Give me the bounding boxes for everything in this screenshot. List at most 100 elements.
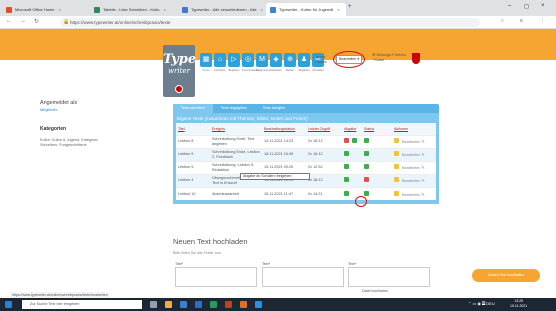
sidebar-link-members[interactable]: Mitglieder [40, 107, 165, 112]
minimize-icon[interactable]: – [508, 3, 511, 9]
col-edited[interactable]: Bearbeitungsdatum [262, 123, 306, 135]
edit-link[interactable]: Bearbeiten ✎ [402, 140, 425, 144]
row-submit[interactable] [342, 134, 362, 148]
check-icon[interactable] [344, 151, 349, 157]
col-access[interactable]: Letzter Zugriff [306, 123, 342, 135]
typewriter-logo[interactable]: Type writer [163, 45, 197, 97]
table-row[interactable]: Lektion 9 Schreibübung Ende, Lektion 2, … [176, 147, 436, 161]
play-icon[interactable]: ▷ [228, 53, 240, 67]
col-title[interactable]: Titel [176, 123, 210, 135]
check-icon[interactable] [344, 164, 349, 170]
tab-label: Typewriter - Alle verschiedenen - Alle [191, 7, 257, 12]
texts-table: Titel Ereignis Bearbeitungsdatum Letzter… [176, 123, 436, 200]
explorer-icon[interactable] [165, 301, 172, 308]
courses-icon[interactable]: ▦ [200, 53, 212, 67]
check-icon[interactable] [344, 177, 349, 183]
clock[interactable]: 13:25 19.11.2021 [510, 299, 527, 308]
mail-icon[interactable] [195, 301, 202, 308]
close-icon[interactable]: × [261, 7, 263, 12]
row-actions: Bearbeiten ✎ [392, 173, 436, 187]
row-submit[interactable] [342, 160, 362, 174]
close-icon[interactable]: × [337, 7, 339, 12]
portfolio-link[interactable]: ☰ Bildungs-Portfolio · Kurse [372, 53, 406, 62]
row-title[interactable]: Lektion 8 [176, 134, 210, 148]
close-window-icon[interactable]: × [541, 3, 545, 9]
portfolio-sub: · Kurse [372, 57, 385, 62]
folder-icon[interactable] [394, 138, 399, 144]
row-submit[interactable] [342, 147, 362, 161]
row-title[interactable]: Lektion 5 [176, 160, 210, 174]
toolbar-label: Medien [285, 69, 295, 72]
groups-icon[interactable]: M [256, 53, 268, 67]
row-title[interactable]: Lektion 9 [176, 147, 210, 161]
task-view-icon[interactable] [150, 301, 157, 308]
row-edited: 18.11.2021 16:49 [262, 147, 306, 161]
toolbar-labels: Kurse Schreiben Begleiten Kommunikation … [200, 69, 324, 72]
browser-tab-2[interactable]: Typewriter - Alle verschiedenen - Alle × [178, 3, 264, 16]
delete-icon[interactable] [344, 138, 349, 144]
edit-link[interactable]: Bearbeiten ✎ [402, 153, 425, 157]
text-field[interactable] [262, 267, 344, 287]
upload-button[interactable]: Neuen Text hochladen [472, 269, 540, 282]
tab-label: Microsoft Office Home [15, 7, 55, 12]
text-field[interactable] [348, 267, 430, 287]
maximize-icon[interactable]: ◻ [524, 3, 529, 10]
edit-link[interactable]: Bearbeiten ✎ [402, 179, 425, 183]
members-icon[interactable]: ♟ [298, 53, 310, 67]
taskbar-search-input[interactable]: Zur Suche Text hier eingeben [22, 300, 142, 309]
firefox-icon[interactable] [240, 301, 247, 308]
browser-tab-0[interactable]: Microsoft Office Home × [2, 3, 88, 16]
edge-icon[interactable] [255, 301, 262, 308]
tab-corrected[interactable]: Texte korrigiert [255, 104, 293, 113]
forward-icon[interactable]: → [20, 18, 26, 24]
close-icon[interactable]: × [59, 7, 61, 12]
write-icon[interactable]: ⌂ [214, 53, 226, 67]
row-title[interactable]: Lektion 10 [176, 186, 210, 200]
store-icon[interactable] [180, 301, 187, 308]
check-icon[interactable] [344, 190, 349, 196]
url-input[interactable]: 🔒 https://www.typewriter.at/online/schrei… [60, 18, 480, 27]
edit-link[interactable]: Bearbeiten ✎ [402, 193, 425, 197]
browser-tab-3[interactable]: Typewriter - Kultur für Jugendli × [266, 3, 346, 16]
menu-icon[interactable]: ⋮ [540, 18, 545, 24]
system-tray[interactable]: ⌃ ▭ ◉ 𝄚 DEU [468, 301, 495, 306]
new-tab-button[interactable]: + [348, 4, 352, 10]
reload-icon[interactable]: ↻ [34, 18, 39, 25]
edit-link[interactable]: Bearbeiten ✎ [402, 166, 425, 170]
upload-hint[interactable]: Datei hochladen [362, 289, 388, 293]
row-submit[interactable] [342, 173, 362, 187]
row-title[interactable]: Lektion 4 [176, 173, 210, 187]
folder-icon[interactable] [394, 177, 399, 183]
close-icon[interactable]: × [163, 7, 165, 12]
folder-icon[interactable] [394, 190, 399, 196]
col-actions[interactable]: Aktionen [392, 123, 436, 135]
office-icon[interactable] [225, 301, 232, 308]
col-status[interactable]: Status [362, 123, 392, 135]
tab-submitted[interactable]: Texte abgegeben [213, 104, 255, 113]
back-icon[interactable]: ← [6, 18, 12, 24]
row-actions: Bearbeiten ✎ [392, 186, 436, 200]
excel-icon[interactable] [210, 301, 217, 308]
browser-tab-bar: Microsoft Office Home × Tabelle - Liste S… [0, 0, 556, 16]
table-row[interactable]: Lektion 8 Schreibübung Ende, Text abgebe… [176, 134, 436, 148]
field-label: Text* [262, 262, 270, 266]
col-event[interactable]: Ereignis [210, 123, 262, 135]
check-icon[interactable] [352, 138, 357, 144]
windows-icon[interactable] [5, 301, 12, 308]
browser-tab-1[interactable]: Tabelle - Liste Schreiben - Kultu × [90, 3, 176, 16]
collections-icon[interactable]: ≡ [520, 18, 523, 24]
col-submit[interactable]: Abgabe [342, 123, 362, 135]
logo-line1: Type [163, 52, 197, 67]
communicate-icon[interactable]: ◎ [242, 53, 254, 67]
main-panel: Texte schreiben Texte abgegeben Texte ko… [173, 104, 439, 204]
tab-write[interactable]: Texte schreiben [173, 104, 213, 113]
toolbar-label: Mitglieder [298, 69, 310, 72]
folder-icon[interactable] [394, 164, 399, 170]
title-field[interactable] [175, 267, 257, 287]
folder-icon[interactable] [394, 151, 399, 157]
table-row[interactable]: Lektion 10 Abschlussarbeit 15.11.2021 11… [176, 186, 436, 200]
favorite-icon[interactable]: ☆ [500, 18, 504, 24]
media-icon[interactable]: ⊕ [284, 53, 296, 67]
url-text: https://www.typewriter.at/online/schreib… [70, 20, 171, 25]
workshop-icon[interactable]: ◈ [270, 53, 282, 67]
